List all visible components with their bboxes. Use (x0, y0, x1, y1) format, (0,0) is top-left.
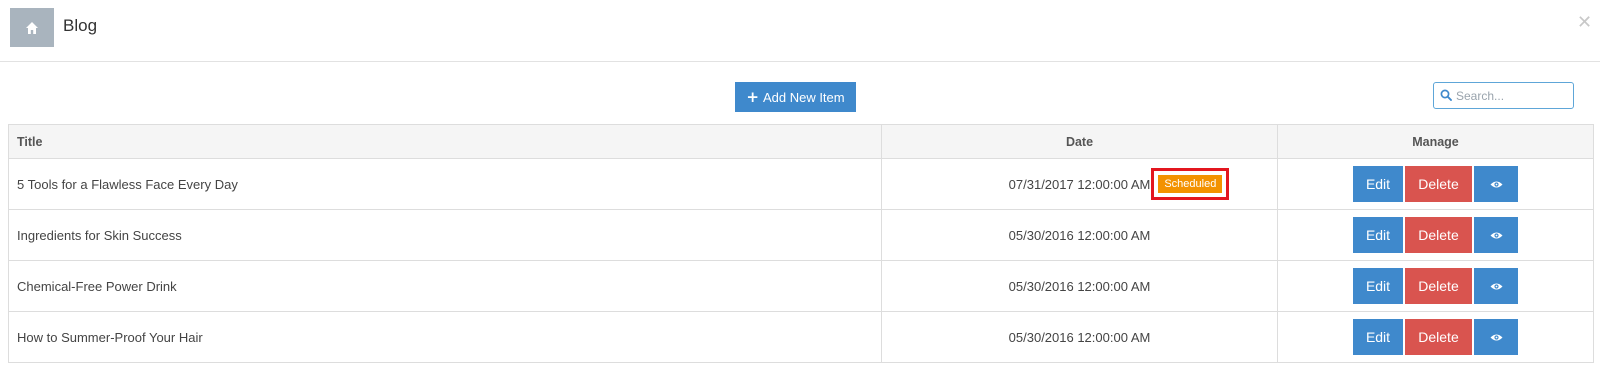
column-header-title[interactable]: Title (8, 124, 882, 159)
delete-button[interactable]: Delete (1405, 217, 1472, 253)
row-date: 05/30/2016 12:00:00 AM (1008, 278, 1151, 294)
row-date: 07/31/2017 12:00:00 AM (1008, 176, 1151, 192)
row-actions: Edit Delete (1277, 209, 1594, 261)
row-date-cell: 05/30/2016 12:00:00 AM (881, 209, 1278, 261)
table-row: Chemical-Free Power Drink 05/30/2016 12:0… (8, 260, 1594, 312)
close-icon[interactable]: ✕ (1577, 12, 1592, 33)
row-date: 05/30/2016 12:00:00 AM (1008, 227, 1151, 243)
row-date-cell: 07/31/2017 12:00:00 AM Scheduled (881, 158, 1278, 210)
action-button-group: Edit Delete (1353, 268, 1518, 304)
delete-button[interactable]: Delete (1405, 268, 1472, 304)
row-date-wrap: 05/30/2016 12:00:00 AM (1009, 279, 1151, 294)
view-button[interactable] (1474, 217, 1518, 253)
row-title: Chemical-Free Power Drink (8, 260, 882, 312)
row-actions: Edit Delete (1277, 260, 1594, 312)
add-new-item-button[interactable]: + Add New Item (735, 82, 856, 112)
action-button-group: Edit Delete (1353, 166, 1518, 202)
action-button-group: Edit Delete (1353, 217, 1518, 253)
delete-button[interactable]: Delete (1405, 319, 1472, 355)
add-new-item-label: Add New Item (762, 89, 845, 105)
eye-icon (1490, 283, 1502, 289)
eye-icon (1490, 334, 1502, 340)
search-icon (1440, 89, 1452, 101)
action-button-group: Edit Delete (1353, 319, 1518, 355)
search-box[interactable] (1433, 82, 1574, 109)
edit-button[interactable]: Edit (1353, 217, 1403, 253)
plus-icon: + (746, 87, 759, 106)
row-date: 05/30/2016 12:00:00 AM (1008, 329, 1151, 345)
row-title: Ingredients for Skin Success (8, 209, 882, 261)
edit-button[interactable]: Edit (1353, 166, 1403, 202)
table-row: 5 Tools for a Flawless Face Every Day 07/… (8, 158, 1594, 210)
status-badge: Scheduled (1158, 175, 1223, 193)
view-button[interactable] (1474, 166, 1518, 202)
row-actions: Edit Delete (1277, 311, 1594, 363)
page-header: Blog ✕ (0, 0, 1600, 62)
edit-button[interactable]: Edit (1353, 319, 1403, 355)
edit-button[interactable]: Edit (1353, 268, 1403, 304)
column-header-manage: Manage (1277, 124, 1594, 159)
blog-table: Title Date Manage 5 Tools for a Flawless… (8, 124, 1594, 363)
row-actions: Edit Delete (1277, 158, 1594, 210)
table-body: 5 Tools for a Flawless Face Every Day 07/… (8, 158, 1594, 363)
view-button[interactable] (1474, 268, 1518, 304)
home-button[interactable] (10, 8, 54, 47)
search-input[interactable] (1456, 86, 1568, 105)
row-date-wrap: 05/30/2016 12:00:00 AM (1009, 228, 1151, 243)
scheduled-badge-highlight: Scheduled (1151, 168, 1230, 200)
row-date-wrap: 05/30/2016 12:00:00 AM (1009, 330, 1151, 345)
table-header-row: Title Date Manage (8, 124, 1594, 159)
home-icon (26, 21, 38, 34)
page-title: Blog (63, 16, 98, 35)
column-header-date[interactable]: Date (881, 124, 1278, 159)
table-row: Ingredients for Skin Success 05/30/2016 1… (8, 209, 1594, 261)
row-date-cell: 05/30/2016 12:00:00 AM (881, 311, 1278, 363)
row-title: 5 Tools for a Flawless Face Every Day (8, 158, 882, 210)
view-button[interactable] (1474, 319, 1518, 355)
eye-icon (1490, 232, 1502, 238)
delete-button[interactable]: Delete (1405, 166, 1472, 202)
row-date-cell: 05/30/2016 12:00:00 AM (881, 260, 1278, 312)
row-title: How to Summer-Proof Your Hair (8, 311, 882, 363)
row-date-wrap: 07/31/2017 12:00:00 AM Scheduled (1008, 168, 1230, 200)
eye-icon (1490, 181, 1502, 187)
table-row: How to Summer-Proof Your Hair 05/30/2016 … (8, 311, 1594, 363)
